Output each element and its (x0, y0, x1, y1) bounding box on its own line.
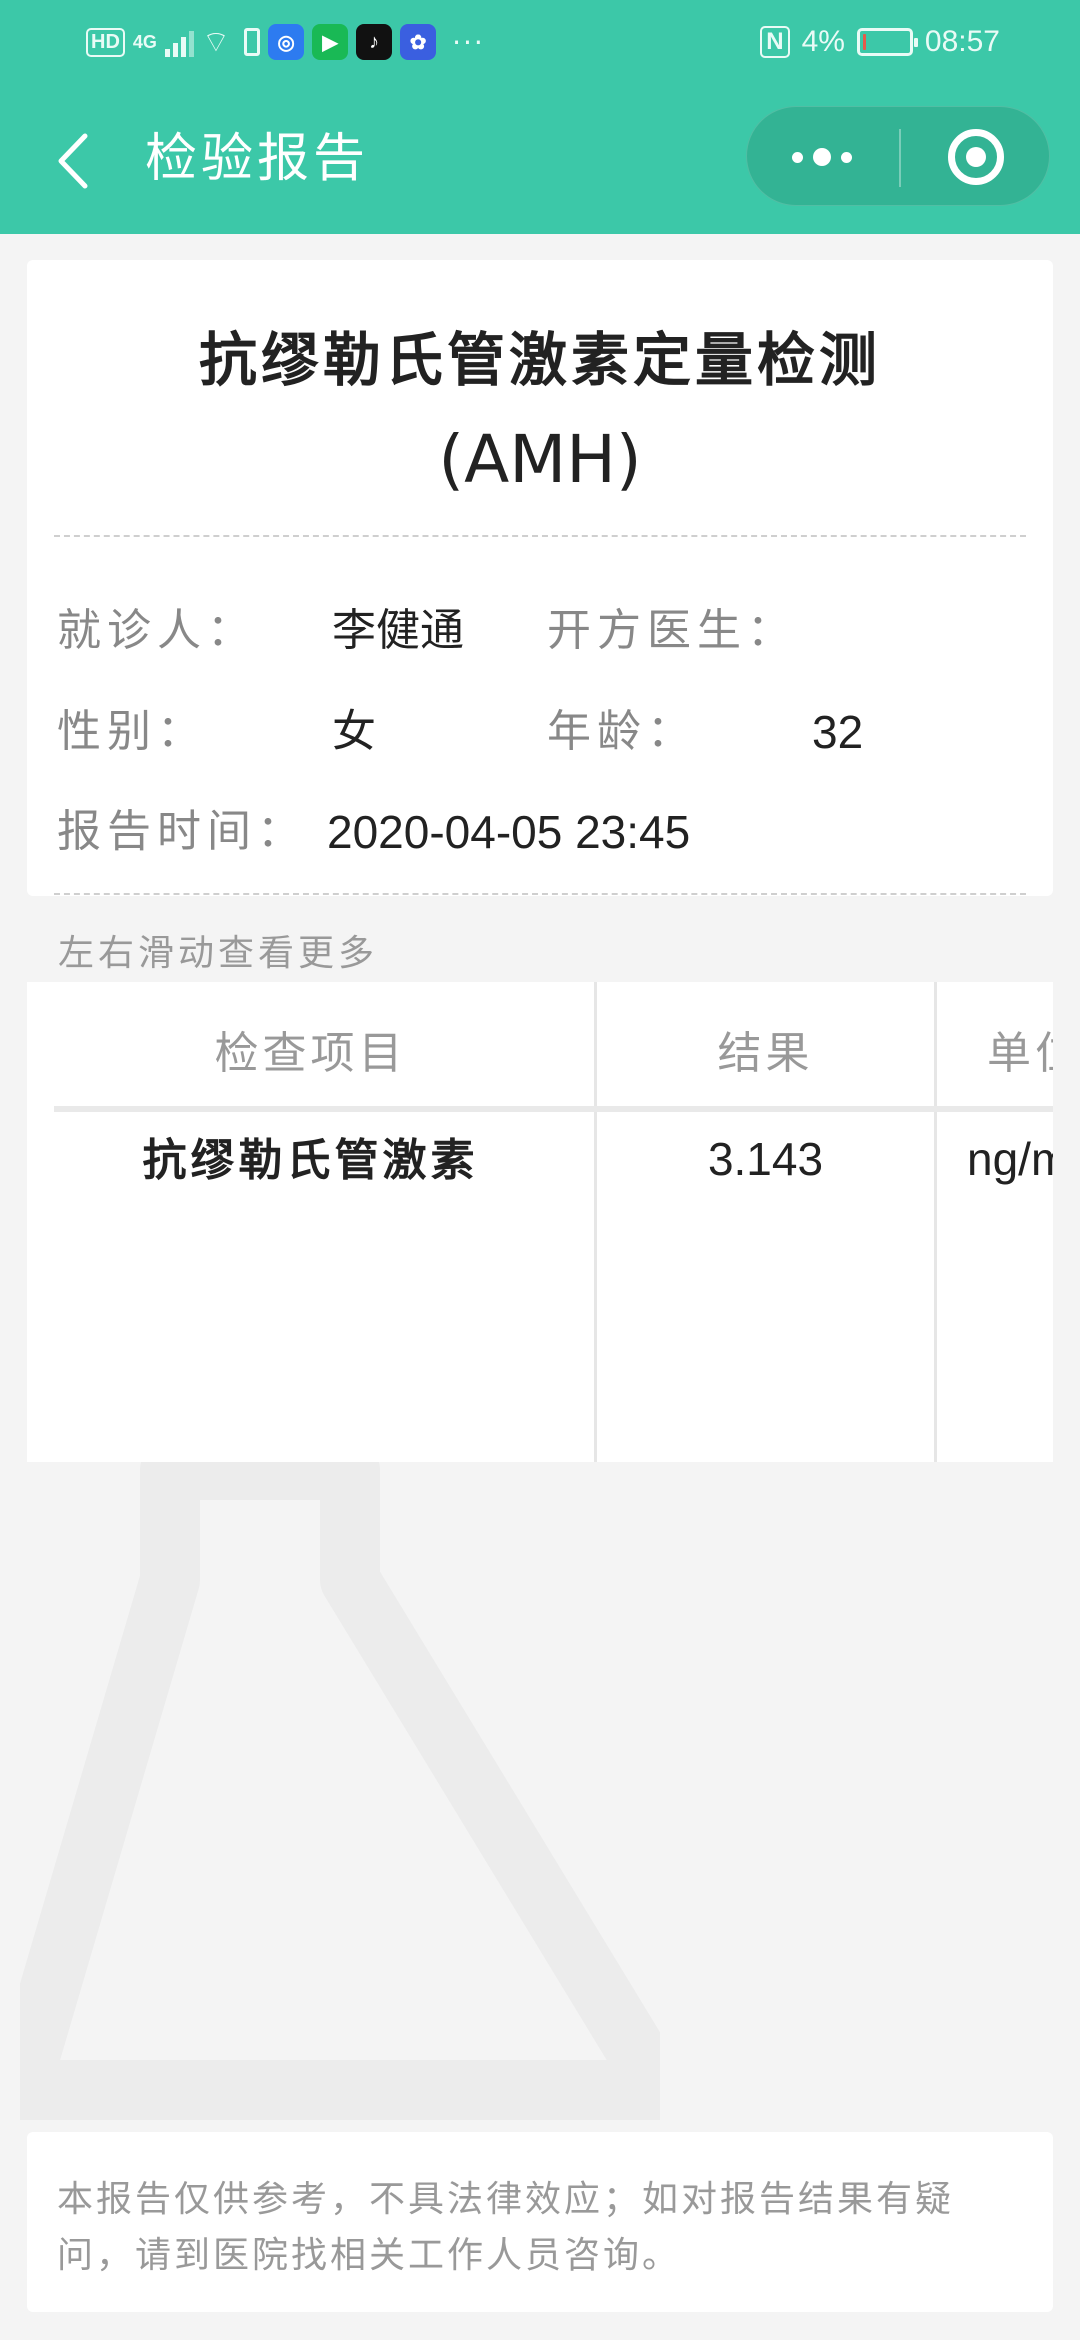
status-right: N 4% 08:57 (760, 20, 1000, 64)
divider (54, 535, 1026, 537)
nfc-icon: N (760, 26, 790, 58)
close-mini-program-button[interactable] (901, 107, 1051, 207)
signal-icon (164, 27, 194, 57)
gender-value: 女 (332, 706, 376, 757)
dot (841, 151, 852, 163)
wifi-icon: ⌔ (201, 25, 231, 60)
cell-unit: ng/ml (967, 1133, 1053, 1185)
network-type: 4G (132, 31, 157, 52)
battery-icon (856, 28, 918, 56)
flask-watermark-icon (20, 1450, 660, 2120)
more-notifications-icon: ··· (452, 25, 485, 59)
dot (792, 151, 803, 163)
dot (813, 148, 831, 166)
doctor-label: 开方医生： (547, 605, 797, 656)
report-header-card: 抗缪勒氏管激素定量检测 (AMH) 就诊人： 李健通 开方医生： 性别： 女 年… (27, 260, 1053, 896)
test-code: (AMH) (438, 421, 642, 498)
test-name: 抗缪勒氏管激素定量检测 (198, 326, 881, 394)
status-left: HD 4G ⌔ ◎ ▶ ♪ ✿ ··· (86, 20, 485, 64)
header-item: 检查项目 (214, 1028, 407, 1079)
header-unit: 单位 (987, 1028, 1053, 1079)
divider (54, 893, 1026, 895)
cell-result: 3.143 (707, 1133, 824, 1185)
status-bar: HD 4G ⌔ ◎ ▶ ♪ ✿ ··· N 4% 08:57 (0, 0, 1080, 86)
disclaimer-card: 本报告仅供参考，不具法律效应；如对报告结果有疑问，请到医院找相关工作人员咨询。 (27, 2132, 1053, 2312)
battery-percent: 4% (801, 25, 845, 58)
baidu-icon: ✿ (400, 24, 437, 60)
battery-saver-icon (244, 28, 261, 56)
video-icon: ▶ (312, 24, 349, 60)
age-label: 年龄： (547, 706, 697, 757)
nav-bar: 检验报告 (0, 86, 1080, 234)
clock: 08:57 (924, 25, 1000, 58)
hd-badge: HD (86, 27, 125, 57)
cell-item: 抗缪勒氏管激素 (142, 1135, 479, 1186)
disclaimer-text: 本报告仅供参考，不具法律效应；如对报告结果有疑问，请到医院找相关工作人员咨询。 (57, 2179, 955, 2276)
more-menu-button[interactable] (747, 107, 897, 207)
report-time-label: 报告时间： (57, 806, 307, 857)
patient-label: 就诊人： (57, 605, 257, 656)
test-title: 抗缪勒氏管激素定量检测 (AMH) (47, 310, 1033, 510)
back-button[interactable] (48, 126, 96, 196)
age-value: 32 (812, 706, 864, 758)
patient-name: 李健通 (332, 605, 464, 656)
tiktok-icon: ♪ (356, 24, 393, 60)
report-time-value: 2020-04-05 23:45 (327, 806, 691, 858)
mini-program-capsule (746, 106, 1050, 206)
column-item: 检查项目 抗缪勒氏管激素 (27, 982, 597, 1462)
header-separator (54, 1106, 1053, 1112)
header-result: 结果 (717, 1028, 814, 1079)
column-result: 结果 3.143 (597, 982, 937, 1462)
results-table[interactable]: 检查项目 抗缪勒氏管激素 结果 3.143 单位 ng/ml (27, 982, 1053, 1462)
gender-label: 性别： (57, 706, 207, 757)
chevron-left-icon (58, 133, 88, 189)
target-icon (948, 129, 1004, 185)
battery-fill (862, 34, 866, 50)
page-title: 检验报告 (145, 129, 370, 189)
column-unit: 单位 ng/ml (937, 982, 1053, 1462)
browser-icon: ◎ (268, 24, 305, 60)
swipe-hint: 左右滑动查看更多 (58, 933, 379, 974)
